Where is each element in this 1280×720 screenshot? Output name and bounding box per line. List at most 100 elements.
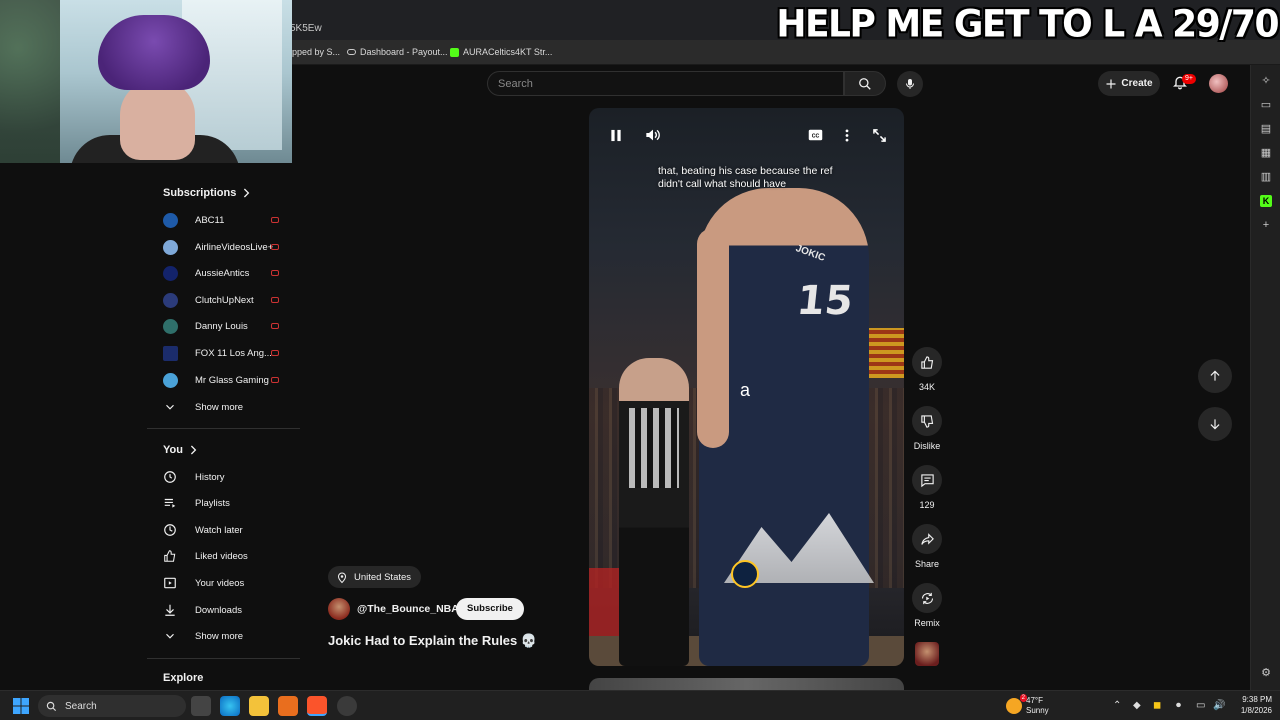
- subscription-item[interactable]: AussieAntics: [163, 263, 293, 283]
- network-icon[interactable]: ▭: [1196, 700, 1205, 711]
- tray-app-icon[interactable]: ◼: [1153, 700, 1161, 711]
- obs-icon[interactable]: [337, 696, 357, 716]
- windows-start-icon[interactable]: [13, 698, 29, 714]
- subscriptions-header[interactable]: Subscriptions: [163, 187, 250, 199]
- captions-button[interactable]: CC: [807, 127, 823, 143]
- task-view-icon[interactable]: [191, 696, 211, 716]
- thumbs-down-icon: [920, 414, 933, 428]
- subscription-item[interactable]: AirlineVideosLive+: [163, 237, 293, 257]
- share-button[interactable]: Share: [912, 524, 942, 569]
- reading-icon[interactable]: ▦: [1260, 147, 1272, 159]
- your-videos-icon: [164, 577, 176, 589]
- tray-app-icon[interactable]: ◆: [1133, 700, 1141, 711]
- weather-widget[interactable]: 2 47°F Sunny: [1006, 694, 1049, 716]
- previous-short-button[interactable]: [1198, 359, 1232, 393]
- nav-playlists[interactable]: Playlists: [163, 493, 293, 513]
- pause-button[interactable]: [608, 127, 624, 143]
- chevron-right-icon: [244, 188, 250, 198]
- kick-sidebar-icon[interactable]: K: [1260, 195, 1272, 207]
- nav-downloads[interactable]: Downloads: [163, 600, 293, 620]
- webcam-overlay: [0, 0, 292, 163]
- live-icon: [271, 270, 279, 276]
- channel-avatar: [163, 318, 178, 334]
- sun-icon: 2: [1006, 694, 1027, 714]
- like-button[interactable]: 34K: [912, 347, 942, 392]
- nav-liked-videos[interactable]: Liked videos: [163, 546, 293, 566]
- location-chip[interactable]: United States: [328, 566, 422, 588]
- subscription-item[interactable]: ABC11: [163, 210, 293, 230]
- app-icon[interactable]: [278, 696, 298, 716]
- dislike-button[interactable]: Dislike: [912, 406, 942, 451]
- volume-tray-icon[interactable]: 🔊: [1213, 700, 1225, 711]
- you-header[interactable]: You: [163, 444, 197, 456]
- nav-watch-later[interactable]: Watch later: [163, 520, 293, 540]
- shorts-video-player[interactable]: JOKIC 15 CC that, beating his case becau…: [589, 108, 904, 666]
- weather-temp: 47°F: [1026, 696, 1043, 705]
- weather-badge: 2: [1019, 694, 1027, 702]
- browser-sidebar: ✧ ▭ ▤ ▦ ▥ K + ⚙: [1250, 65, 1280, 690]
- next-short-button[interactable]: [1198, 407, 1232, 441]
- thumbs-up-icon: [164, 550, 176, 562]
- link-icon: [347, 49, 356, 55]
- add-icon[interactable]: +: [1260, 219, 1272, 231]
- edge-browser-icon[interactable]: [220, 696, 240, 716]
- file-explorer-icon[interactable]: [249, 696, 269, 716]
- remix-button[interactable]: Remix: [912, 583, 942, 628]
- search-button[interactable]: [844, 71, 886, 96]
- channel-avatar[interactable]: [328, 598, 350, 620]
- voice-search-button[interactable]: [897, 71, 923, 97]
- subscription-item[interactable]: ClutchUpNext: [163, 290, 293, 310]
- explore-header[interactable]: Explore: [163, 672, 203, 684]
- remix-icon: [921, 592, 933, 604]
- media-icon[interactable]: ▭: [1260, 99, 1272, 111]
- caption-line: didn't call what should have: [658, 178, 787, 190]
- bookmark-3[interactable]: AURACeltics4KT Str...: [450, 47, 552, 57]
- chevron-up-icon[interactable]: ⌃: [1113, 700, 1121, 711]
- nav-history[interactable]: History: [163, 467, 293, 487]
- create-button[interactable]: Create: [1098, 71, 1160, 96]
- search-icon: [859, 77, 871, 90]
- plus-icon: [1106, 79, 1116, 88]
- comment-count: 129: [919, 500, 935, 510]
- video-player-arm: [697, 228, 729, 448]
- subscription-item[interactable]: Danny Louis: [163, 316, 293, 336]
- search-input[interactable]: Search: [487, 71, 844, 96]
- watch-later-icon: [164, 524, 176, 536]
- video-overlay-text: a: [740, 380, 751, 400]
- you-show-more[interactable]: Show more: [163, 626, 293, 646]
- create-label: Create: [1121, 78, 1153, 89]
- expand-icon: [872, 128, 886, 142]
- live-icon: [271, 323, 279, 329]
- video-title[interactable]: Jokic Had to Explain the Rules 💀: [328, 633, 537, 649]
- subscriptions-show-more[interactable]: Show more: [163, 397, 293, 417]
- subscribe-button[interactable]: Subscribe: [456, 598, 524, 620]
- fullscreen-button[interactable]: [871, 127, 887, 143]
- bookmark-2[interactable]: Dashboard - Payout...: [347, 47, 448, 57]
- like-count: 34K: [918, 382, 935, 392]
- live-icon: [271, 377, 279, 383]
- account-avatar[interactable]: [1209, 74, 1228, 93]
- taskbar-search[interactable]: Search: [38, 695, 186, 717]
- kick-icon: [450, 47, 459, 57]
- video-referee: [619, 358, 689, 666]
- subscription-item[interactable]: FOX 11 Los Ang...: [163, 343, 293, 363]
- subscription-item[interactable]: Mr Glass Gaming: [163, 370, 293, 390]
- book-icon[interactable]: ▥: [1260, 171, 1272, 183]
- collections-icon[interactable]: ▤: [1260, 123, 1272, 135]
- more-options-button[interactable]: [839, 127, 855, 143]
- audio-source-avatar[interactable]: [915, 642, 939, 666]
- system-clock[interactable]: 9:38 PM 1/8/2026: [1228, 694, 1272, 716]
- brave-browser-icon[interactable]: [307, 696, 327, 716]
- comments-button[interactable]: 129: [912, 465, 942, 510]
- location-label: United States: [354, 571, 412, 583]
- download-icon: [165, 604, 175, 616]
- bookmark-1[interactable]: upped by S...: [287, 47, 340, 57]
- pause-icon: [611, 129, 621, 141]
- tab-title[interactable]: 5K5Ew: [290, 23, 322, 34]
- nav-your-videos[interactable]: Your videos: [163, 573, 293, 593]
- channel-name[interactable]: @The_Bounce_NBA: [357, 603, 459, 615]
- copilot-icon[interactable]: ✧: [1260, 75, 1272, 87]
- settings-gear-icon[interactable]: ⚙: [1260, 667, 1272, 679]
- volume-button[interactable]: [645, 127, 661, 143]
- microphone-tray-icon[interactable]: ⏺: [1176, 700, 1181, 711]
